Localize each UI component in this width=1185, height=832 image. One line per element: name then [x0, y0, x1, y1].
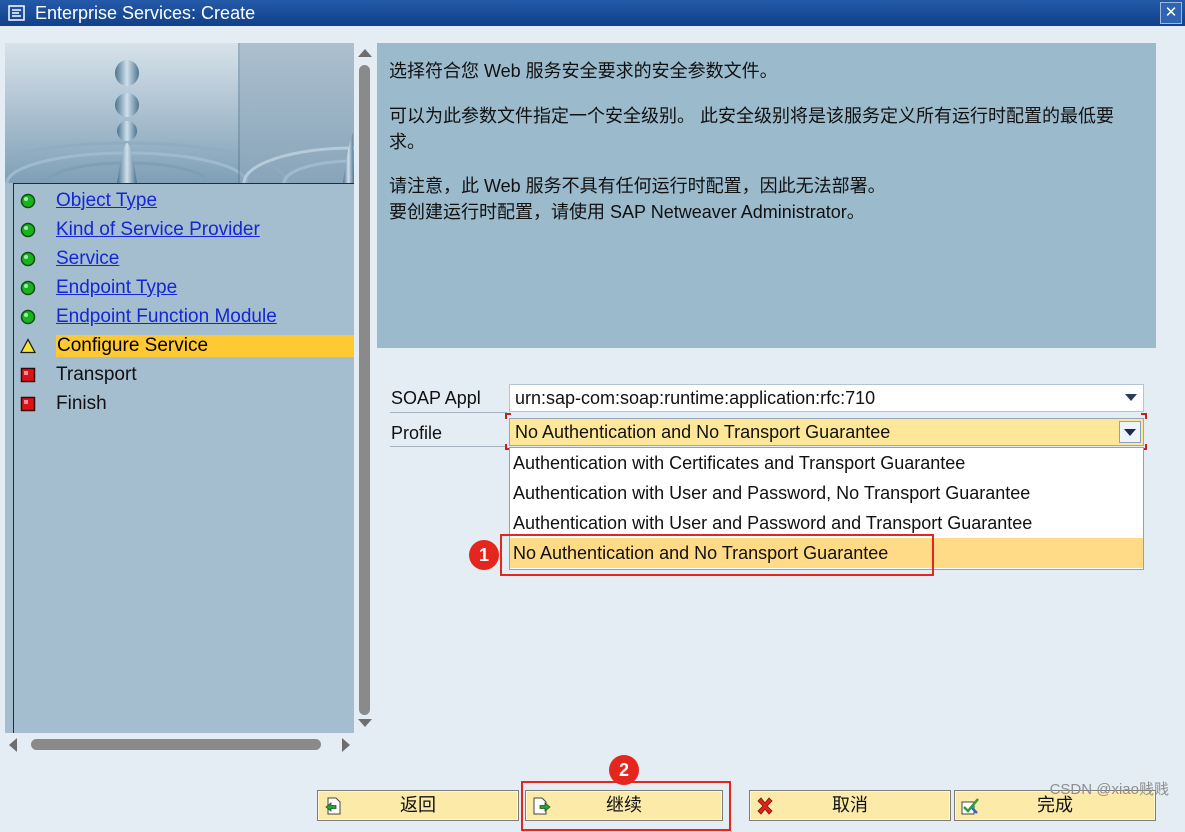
step-transport: Transport	[14, 362, 354, 388]
soap-appl-value: urn:sap-com:soap:runtime:application:rfc…	[515, 388, 876, 408]
step-label[interactable]: Service	[56, 248, 119, 270]
title-bar: Enterprise Services: Create ✕	[0, 0, 1185, 26]
divider	[390, 446, 507, 447]
scroll-up-arrow-icon[interactable]	[358, 49, 372, 57]
app-window-icon	[8, 5, 25, 21]
step-endpoint-function-module[interactable]: Endpoint Function Module	[14, 304, 354, 330]
scroll-left-arrow-icon[interactable]	[9, 738, 17, 752]
step-label[interactable]: Kind of Service Provider	[56, 219, 260, 241]
green-light-icon	[20, 193, 36, 209]
step-label[interactable]: Object Type	[56, 190, 157, 212]
chevron-down-icon[interactable]	[1125, 394, 1137, 401]
cancel-button-label: 取消	[832, 795, 868, 816]
scroll-down-arrow-icon[interactable]	[358, 719, 372, 727]
profile-dropdown-button[interactable]	[1119, 421, 1141, 443]
window-body: Object Type Kind of Service Provider Ser…	[0, 26, 1185, 832]
focus-corner	[1141, 413, 1147, 419]
profile-select[interactable]: No Authentication and No Transport Guara…	[509, 418, 1144, 446]
step-endpoint-type[interactable]: Endpoint Type	[14, 275, 354, 301]
continue-button[interactable]: 继续	[525, 790, 723, 821]
red-stop-icon	[20, 367, 36, 383]
continue-button-label: 继续	[606, 795, 642, 816]
dropdown-option[interactable]: Authentication with Certificates and Tra…	[510, 448, 1143, 478]
instruction-paragraph-1: 选择符合您 Web 服务安全要求的安全参数文件。	[389, 61, 778, 81]
soap-appl-select[interactable]: urn:sap-com:soap:runtime:application:rfc…	[509, 384, 1144, 412]
dropdown-option[interactable]: Authentication with User and Password, N…	[510, 478, 1143, 508]
soap-appl-label: SOAP Appl	[391, 388, 481, 408]
step-service[interactable]: Service	[14, 246, 354, 272]
instruction-paragraph-4: 要创建运行时配置，请使用 SAP Netweaver Administrator…	[389, 202, 865, 222]
annotation-badge: 2	[609, 755, 639, 785]
watermark: CSDN @xiao贱贱	[1049, 781, 1169, 798]
profile-value: No Authentication and No Transport Guara…	[515, 422, 891, 442]
scroll-right-arrow-icon[interactable]	[342, 738, 350, 752]
vertical-scroll-thumb[interactable]	[359, 65, 370, 715]
step-label: Transport	[56, 364, 137, 385]
step-label[interactable]: Endpoint Function Module	[56, 306, 277, 328]
horizontal-scrollbar[interactable]	[5, 735, 354, 755]
annotation-badge: 1	[469, 540, 499, 570]
warning-triangle-icon	[20, 338, 36, 354]
green-light-icon	[20, 309, 36, 325]
focus-corner	[505, 413, 511, 419]
window-title: Enterprise Services: Create	[35, 3, 256, 23]
step-label: Finish	[56, 393, 107, 414]
roadmap-step-list: Object Type Kind of Service Provider Ser…	[13, 183, 354, 733]
back-button[interactable]: 返回	[317, 790, 519, 821]
close-button[interactable]: ✕	[1160, 2, 1182, 24]
back-button-label: 返回	[400, 795, 436, 816]
step-kind-of-service-provider[interactable]: Kind of Service Provider	[14, 217, 354, 243]
step-configure-service[interactable]: Configure Service	[14, 333, 354, 359]
horizontal-scroll-thumb[interactable]	[31, 739, 321, 750]
step-label: Configure Service	[56, 335, 354, 357]
close-icon: ✕	[1164, 4, 1178, 21]
step-object-type[interactable]: Object Type	[14, 188, 354, 214]
instruction-paragraph-2: 可以为此参数文件指定一个安全级别。 此安全级别将是该服务定义所有运行时配置的最低…	[389, 106, 1114, 152]
green-light-icon	[20, 251, 36, 267]
vertical-scrollbar[interactable]	[355, 43, 375, 733]
roadmap-panel: Object Type Kind of Service Provider Ser…	[5, 43, 354, 733]
green-light-icon	[20, 280, 36, 296]
water-drop-banner-image	[5, 43, 354, 183]
profile-label: Profile	[391, 423, 443, 443]
green-light-icon	[20, 222, 36, 238]
instruction-text-box: 选择符合您 Web 服务安全要求的安全参数文件。 可以为此参数文件指定一个安全级…	[377, 43, 1156, 348]
chevron-down-icon	[1124, 429, 1136, 436]
step-finish: Finish	[14, 391, 354, 417]
step-label[interactable]: Endpoint Type	[56, 277, 177, 299]
cancel-button[interactable]: 取消	[749, 790, 951, 821]
annotation-highlight-box	[500, 534, 934, 576]
instruction-paragraph-3: 请注意，此 Web 服务不具有任何运行时配置，因此无法部署。	[389, 176, 886, 196]
divider	[390, 412, 507, 413]
red-stop-icon	[20, 396, 36, 412]
